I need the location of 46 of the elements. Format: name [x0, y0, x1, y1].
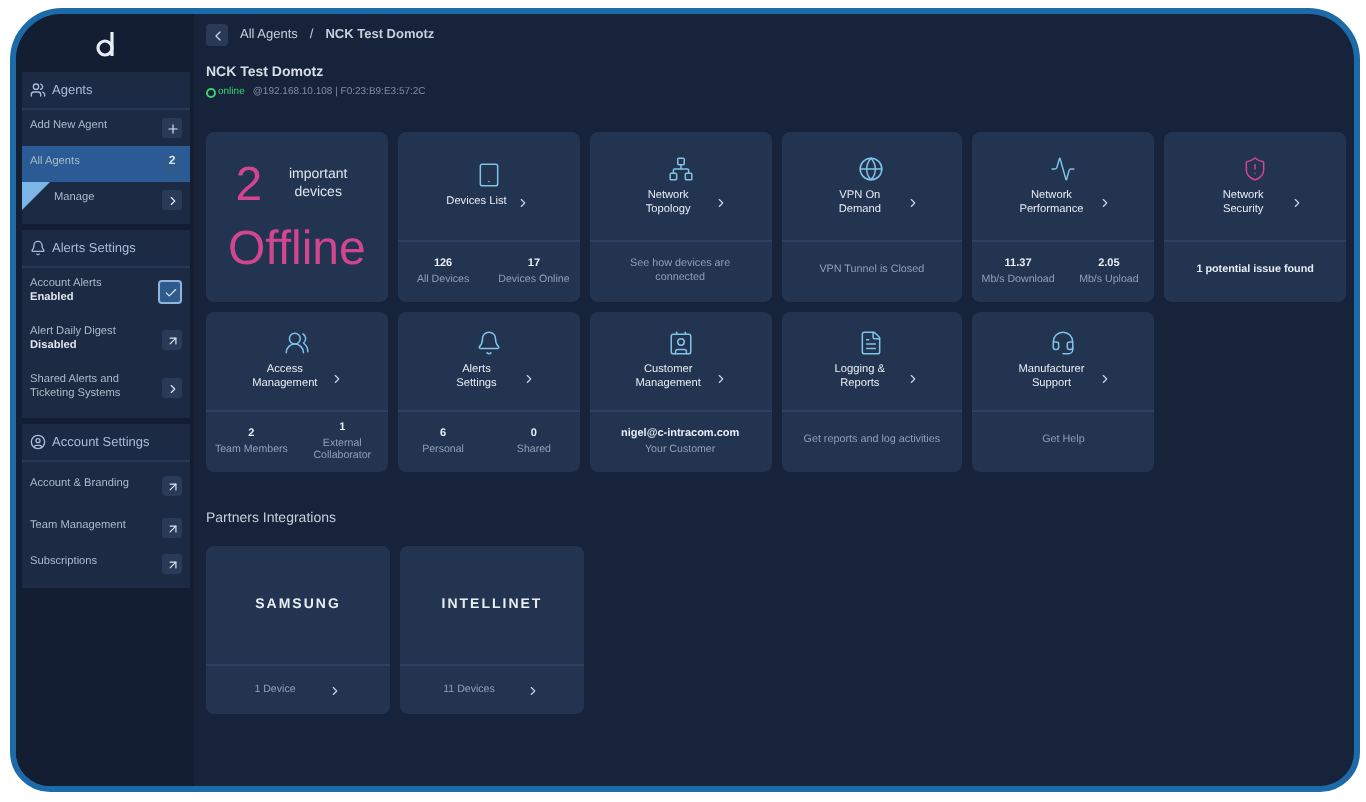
- external-link-button[interactable]: [162, 554, 182, 574]
- chevron-icon: [327, 683, 342, 697]
- chevron-icon: [905, 196, 920, 210]
- chevron-icon: [714, 196, 729, 210]
- document-icon: [858, 330, 885, 357]
- chevron-icon: [526, 683, 541, 697]
- external-link-button[interactable]: [162, 476, 182, 496]
- activity-icon: [1050, 155, 1077, 182]
- chevron-icon: [1097, 371, 1112, 385]
- tablet-icon: [475, 162, 502, 188]
- plus-icon: [165, 121, 179, 135]
- check-icon: [163, 285, 177, 299]
- chevron-icon: [516, 196, 531, 210]
- logo-icon: [96, 30, 116, 58]
- chevron-icon: [1097, 196, 1112, 210]
- chevron-icon: [165, 193, 179, 207]
- contact-card-icon: [667, 330, 694, 357]
- external-link-button[interactable]: [162, 330, 182, 350]
- shield-alert-icon: [1242, 155, 1269, 182]
- chevron-icon: [522, 371, 537, 385]
- external-link-button[interactable]: [162, 518, 182, 538]
- globe-icon: [858, 155, 885, 182]
- arrow-icon: [165, 333, 179, 347]
- chevron-icon: [165, 381, 179, 395]
- users-icon: [283, 330, 310, 357]
- chevron-icon: [330, 371, 345, 385]
- add-button[interactable]: [162, 118, 182, 138]
- arrow-icon: [165, 521, 179, 535]
- chevron-button[interactable]: [162, 190, 182, 210]
- network-icon: [667, 155, 694, 182]
- chevron-button[interactable]: [162, 378, 182, 398]
- bell-icon: [475, 330, 502, 357]
- chevron-icon: [714, 371, 729, 385]
- offline-status: Offline: [227, 221, 366, 277]
- status-ring-icon: [206, 87, 216, 97]
- arrow-icon: [165, 557, 179, 571]
- chevron-icon: [1289, 196, 1304, 210]
- back-button[interactable]: [206, 24, 228, 46]
- chevron-icon: [905, 371, 920, 385]
- checkbox[interactable]: [158, 280, 182, 304]
- arrow-icon: [165, 479, 179, 493]
- offline-count: 2: [235, 157, 263, 213]
- user-circle-icon: [30, 434, 46, 450]
- headset-icon: [1050, 330, 1077, 357]
- bell-icon: [30, 240, 46, 256]
- users-icon: [30, 82, 46, 98]
